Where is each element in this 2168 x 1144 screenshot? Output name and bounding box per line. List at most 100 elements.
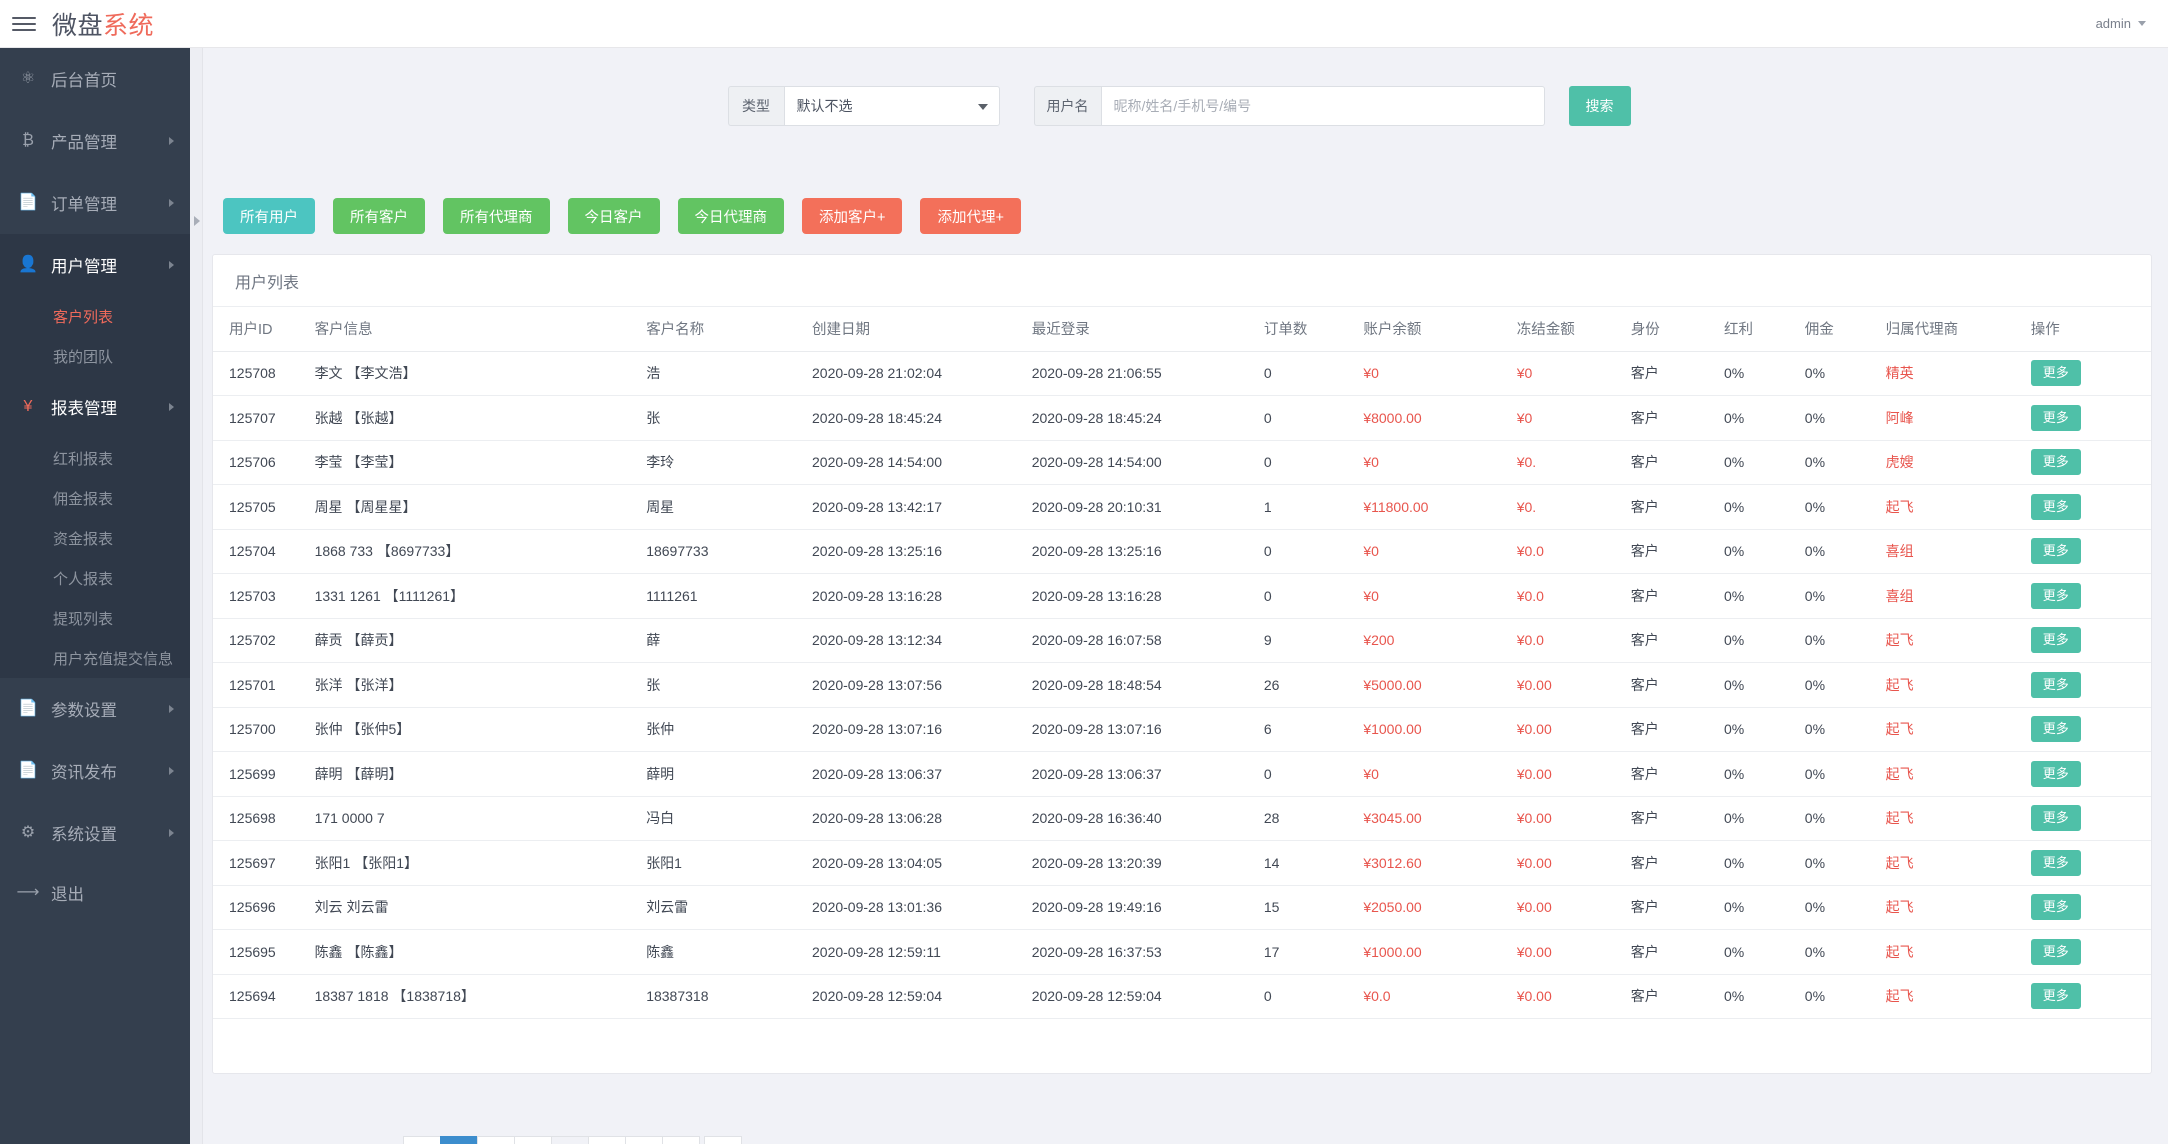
pagination-prev[interactable]: « bbox=[403, 1136, 441, 1144]
top-bar: 微盘系统 admin bbox=[0, 0, 2168, 48]
sidebar-item-bonus-report[interactable]: 红利报表 bbox=[0, 438, 190, 478]
cell-actions: 更多 bbox=[2030, 440, 2151, 485]
more-button[interactable]: 更多 bbox=[2030, 716, 2081, 743]
add-agent-button[interactable]: 添加代理+ bbox=[920, 198, 1021, 234]
cell-user-id: 125700 bbox=[213, 707, 315, 752]
sidebar-item-label: 后台首页 bbox=[51, 72, 117, 90]
more-button[interactable]: 更多 bbox=[2030, 671, 2081, 698]
column-header-last-login: 最近登录 bbox=[1031, 307, 1264, 352]
table-row: 125706 李莹 【李莹】 李玲 2020-09-28 14:54:00 2020-0… bbox=[213, 440, 2151, 485]
cell-customer-name: 18387318 bbox=[646, 974, 812, 1019]
more-button[interactable]: 更多 bbox=[2030, 582, 2081, 609]
table-row: 125700 张仲 【张仲5】 张仲 2020-09-28 13:07:16 2020-… bbox=[213, 707, 2151, 752]
search-button[interactable]: 搜索 bbox=[1568, 86, 1631, 126]
sidebar-item-dashboard[interactable]: ⚛ 后台首页 bbox=[0, 48, 190, 110]
cell-actions: 更多 bbox=[2030, 395, 2151, 441]
column-header-created-date: 创建日期 bbox=[812, 307, 1032, 352]
more-button[interactable]: 更多 bbox=[2030, 849, 2081, 876]
sidebar-item-parameter-settings[interactable]: 📄 参数设置 bbox=[0, 678, 190, 740]
sidebar-item-label: 资讯发布 bbox=[51, 764, 117, 782]
filter-all-users-button[interactable]: 所有用户 bbox=[223, 198, 315, 234]
sidebar-item-product[interactable]: ₿ 产品管理 bbox=[0, 110, 190, 172]
type-select[interactable]: 默认不选 bbox=[783, 86, 1000, 126]
hamburger-icon[interactable] bbox=[12, 16, 38, 31]
more-button[interactable]: 更多 bbox=[2030, 538, 2081, 565]
filter-all-customers-button[interactable]: 所有客户 bbox=[333, 198, 425, 234]
filter-today-agents-button[interactable]: 今日代理商 bbox=[677, 198, 784, 234]
cell-created-date: 2020-09-28 13:42:17 bbox=[812, 484, 1032, 530]
cell-identity: 客户 bbox=[1630, 796, 1724, 841]
user-menu[interactable]: admin bbox=[2096, 16, 2146, 31]
cell-customer-name: 1111261 bbox=[646, 573, 812, 619]
sidebar-collapse-handle[interactable] bbox=[190, 48, 203, 1144]
table-header: 用户ID 客户信息 客户名称 创建日期 最近登录 订单数 账户余额 冻结金额 身… bbox=[213, 307, 2151, 352]
cell-account-balance: ¥0.0 bbox=[1363, 974, 1517, 1019]
table-row: 125704 1868 733 【8697733】 18697733 2020-09-… bbox=[213, 529, 2151, 574]
cell-order-count: 9 bbox=[1263, 618, 1364, 663]
pagination-page-7[interactable]: 7 bbox=[662, 1136, 700, 1144]
cell-bonus: 0% bbox=[1723, 618, 1805, 663]
cell-last-login: 2020-09-28 16:37:53 bbox=[1031, 929, 1264, 975]
sidebar-item-withdraw-list[interactable]: 提现列表 bbox=[0, 598, 190, 638]
filter-today-customers-button[interactable]: 今日客户 bbox=[567, 198, 660, 234]
more-button[interactable]: 更多 bbox=[2030, 938, 2081, 965]
cell-bonus: 0% bbox=[1723, 662, 1805, 708]
table-row: 125694 18387 1818 【1838718】 18387318 2020-0… bbox=[213, 974, 2151, 1019]
cell-customer-name: 18697733 bbox=[646, 529, 812, 574]
pagination-page-1[interactable]: 1 bbox=[440, 1136, 478, 1144]
filter-all-agents-button[interactable]: 所有代理商 bbox=[443, 198, 550, 234]
cell-order-count: 0 bbox=[1263, 529, 1364, 574]
cell-customer-info: 张洋 【张洋】 bbox=[314, 662, 647, 708]
cell-customer-info: 171 0000 7 bbox=[314, 796, 647, 841]
table-row: 125703 1331 1261 【1111261】 1111261 2020-09-… bbox=[213, 573, 2151, 619]
cell-created-date: 2020-09-28 13:12:34 bbox=[812, 618, 1032, 663]
sidebar-item-fund-report[interactable]: 资金报表 bbox=[0, 518, 190, 558]
column-header-customer-name: 客户名称 bbox=[646, 307, 812, 352]
cell-created-date: 2020-09-28 13:25:16 bbox=[812, 529, 1032, 574]
pagination-page-3[interactable]: 3 bbox=[514, 1136, 552, 1144]
sidebar-item-report-management[interactable]: ¥ 报表管理 bbox=[0, 376, 190, 438]
more-button[interactable]: 更多 bbox=[2030, 805, 2081, 832]
sidebar-item-customer-list[interactable]: 客户列表 bbox=[0, 296, 190, 336]
more-button[interactable]: 更多 bbox=[2030, 627, 2081, 654]
yen-icon: ¥ bbox=[23, 398, 33, 415]
more-button[interactable]: 更多 bbox=[2030, 760, 2081, 787]
sidebar-item-user-management[interactable]: 👤 用户管理 bbox=[0, 234, 190, 296]
cell-last-login: 2020-09-28 18:45:24 bbox=[1031, 395, 1264, 441]
more-button[interactable]: 更多 bbox=[2030, 983, 2081, 1010]
more-button[interactable]: 更多 bbox=[2030, 360, 2081, 387]
more-button[interactable]: 更多 bbox=[2030, 894, 2081, 921]
add-customer-button[interactable]: 添加客户+ bbox=[802, 198, 903, 234]
cell-identity: 客户 bbox=[1630, 751, 1724, 797]
cell-belonging-agent: 起飞 bbox=[1885, 618, 2031, 663]
pagination-page-6[interactable]: 6 bbox=[625, 1136, 663, 1144]
sidebar-item-news-publish[interactable]: 📄 资讯发布 bbox=[0, 740, 190, 802]
sidebar-item-recharge-submit-info[interactable]: 用户充值提交信息 bbox=[0, 638, 190, 678]
cell-belonging-agent: 起飞 bbox=[1885, 974, 2031, 1019]
sidebar-item-order[interactable]: 📄 订单管理 bbox=[0, 172, 190, 234]
column-header-account-balance: 账户余额 bbox=[1363, 307, 1517, 352]
cell-commission: 0% bbox=[1804, 440, 1886, 485]
pagination-next[interactable]: » bbox=[704, 1136, 742, 1144]
username-input[interactable] bbox=[1100, 86, 1545, 126]
cell-created-date: 2020-09-28 13:07:56 bbox=[812, 662, 1032, 708]
table-row: 125701 张洋 【张洋】张 2020-09-28 13:07:56 2020-09… bbox=[213, 662, 2151, 708]
sidebar-item-commission-report[interactable]: 佣金报表 bbox=[0, 478, 190, 518]
cell-commission: 0% bbox=[1804, 351, 1886, 396]
pagination-page-2[interactable]: 2 bbox=[477, 1136, 515, 1144]
more-button[interactable]: 更多 bbox=[2030, 493, 2081, 520]
cell-order-count: 0 bbox=[1263, 573, 1364, 619]
table-body: 125708 李文 【李文浩】浩 2020-09-28 21:02:04 2020-0… bbox=[213, 351, 2151, 1019]
cell-frozen-amount: ¥0. bbox=[1516, 484, 1631, 530]
sidebar-item-logout[interactable]: ⟶ 退出 bbox=[0, 864, 190, 922]
more-button[interactable]: 更多 bbox=[2030, 449, 2081, 476]
cell-user-id: 125701 bbox=[213, 662, 315, 708]
sidebar-item-personal-report[interactable]: 个人报表 bbox=[0, 558, 190, 598]
more-button[interactable]: 更多 bbox=[2030, 404, 2081, 431]
cell-created-date: 2020-09-28 13:01:36 bbox=[812, 885, 1032, 930]
cell-frozen-amount: ¥0 bbox=[1516, 395, 1631, 441]
cell-order-count: 1 bbox=[1263, 484, 1364, 530]
sidebar-item-system-settings[interactable]: ⚙ 系统设置 bbox=[0, 802, 190, 864]
sidebar-item-my-team[interactable]: 我的团队 bbox=[0, 336, 190, 376]
pagination-page-5[interactable]: 5 bbox=[588, 1136, 626, 1144]
